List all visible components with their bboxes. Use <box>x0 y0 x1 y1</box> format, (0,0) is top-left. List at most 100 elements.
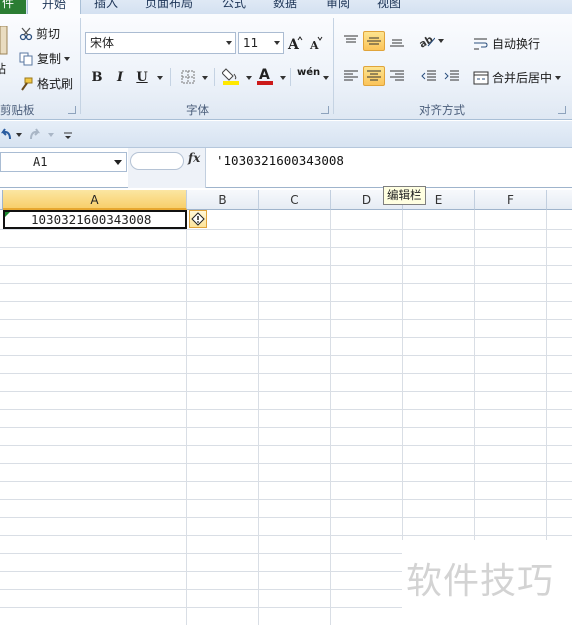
formula-bar: A1 fx '1030321600343008 <box>0 148 572 188</box>
tab-page-layout[interactable]: 页面布局 <box>145 0 193 14</box>
name-box[interactable]: A1 <box>0 152 127 172</box>
increase-indent-button[interactable] <box>441 66 463 86</box>
tab-home[interactable]: 开始 <box>27 0 81 14</box>
undo-dropdown-icon[interactable] <box>16 133 22 137</box>
fill-color-button[interactable] <box>220 66 242 86</box>
chevron-down-icon[interactable] <box>555 75 562 80</box>
group-separator <box>333 18 334 114</box>
paste-label: 粘 <box>0 62 7 76</box>
redo-dropdown-icon[interactable] <box>48 133 54 137</box>
quick-access-toolbar <box>0 121 572 148</box>
orientation-button[interactable]: ab <box>418 31 444 51</box>
font-dialog-launcher[interactable] <box>321 106 329 114</box>
column-header-b[interactable]: B <box>187 190 259 210</box>
paint-bucket-icon <box>222 68 239 85</box>
column-header-f[interactable]: F <box>475 190 547 210</box>
font-color-dropdown-icon[interactable] <box>280 76 286 80</box>
merge-center-button[interactable]: 合并后居中 <box>473 69 562 86</box>
wrap-text-label: 自动换行 <box>492 37 541 51</box>
shrink-font-button[interactable]: A <box>308 33 324 53</box>
cell-a1[interactable]: 1030321600343008 <box>3 210 187 229</box>
grow-font-button[interactable]: A <box>287 33 303 53</box>
row-gridline <box>0 265 572 266</box>
decrease-indent-icon <box>421 70 436 81</box>
tab-data[interactable]: 数据 <box>273 0 297 14</box>
redo-icon[interactable] <box>28 128 42 142</box>
align-top-button[interactable] <box>340 31 362 51</box>
bold-button[interactable]: B <box>86 67 108 87</box>
underline-button[interactable]: U <box>131 67 153 87</box>
borders-dropdown-icon[interactable] <box>202 76 208 80</box>
copy-dropdown-icon[interactable] <box>64 56 71 61</box>
italic-button[interactable]: I <box>109 67 131 87</box>
phonetic-label: wén <box>297 67 321 78</box>
alignment-dialog-launcher[interactable] <box>558 106 566 114</box>
formula-input[interactable]: '1030321600343008 <box>216 153 344 168</box>
formula-bar-resize-handle[interactable] <box>130 152 184 170</box>
align-right-button[interactable] <box>386 66 408 86</box>
align-middle-icon <box>367 37 381 45</box>
text-orientation-icon: ab <box>418 34 435 48</box>
row-gridline <box>0 283 572 284</box>
font-name-value: 宋体 <box>90 36 115 50</box>
tab-file[interactable]: 件 <box>0 0 26 14</box>
tab-insert[interactable]: 插入 <box>94 0 118 14</box>
font-color-button[interactable]: A <box>254 66 276 86</box>
separator <box>290 68 291 86</box>
align-middle-button[interactable] <box>363 31 385 51</box>
wrap-text-button[interactable]: 自动换行 <box>473 35 540 52</box>
fill-color-swatch <box>223 81 239 85</box>
phonetic-dropdown-icon[interactable] <box>323 76 329 80</box>
paste-button[interactable]: 粘 <box>0 22 8 76</box>
font-name-combo[interactable]: 宋体 <box>85 32 236 54</box>
row-gridline <box>0 481 572 482</box>
row-gridline <box>0 463 572 464</box>
tab-review[interactable]: 审阅 <box>326 0 350 14</box>
tab-formulas[interactable]: 公式 <box>222 0 246 14</box>
error-check-triangle-icon <box>5 212 10 217</box>
ribbon: 粘 剪切 复制 格式刷 剪贴板 宋体 11 A A B I U A wén 字体… <box>0 14 572 120</box>
cut-button[interactable]: 剪切 <box>19 25 60 42</box>
watermark: 软件技巧 <box>402 540 572 625</box>
row-gridline <box>0 445 572 446</box>
formula-bar-tooltip: 编辑栏 <box>383 186 426 205</box>
clipboard-dialog-launcher[interactable] <box>68 106 76 114</box>
format-painter-button[interactable]: 格式刷 <box>19 75 73 92</box>
phonetic-guide-button[interactable]: wén <box>297 67 320 78</box>
fill-color-dropdown-icon[interactable] <box>246 76 252 80</box>
svg-text:A: A <box>309 39 319 51</box>
column-header-a[interactable]: A <box>3 190 187 210</box>
align-center-button[interactable] <box>363 66 385 86</box>
error-check-button[interactable] <box>189 210 207 228</box>
brush-icon <box>21 77 33 91</box>
decrease-indent-button[interactable] <box>418 66 440 86</box>
customize-toolbar-icon[interactable] <box>63 131 73 141</box>
scissors-icon <box>19 27 33 40</box>
chevron-down-icon <box>114 160 122 165</box>
watermark-text: 软件技巧 <box>406 561 555 602</box>
row-gridline <box>0 409 572 410</box>
row-gridline <box>0 499 572 500</box>
copy-label: 复制 <box>37 52 62 66</box>
cut-label: 剪切 <box>36 27 61 41</box>
row-gridline <box>0 247 572 248</box>
align-center-icon <box>367 70 381 81</box>
align-bottom-button[interactable] <box>386 31 408 51</box>
row-gridline <box>0 517 572 518</box>
row-gridline <box>0 535 572 536</box>
tab-view[interactable]: 视图 <box>377 0 401 14</box>
grow-font-icon: A <box>287 36 303 51</box>
column-header-c[interactable]: C <box>259 190 331 210</box>
column-header-g[interactable] <box>547 190 572 210</box>
borders-button[interactable] <box>177 67 199 87</box>
align-left-button[interactable] <box>340 66 362 86</box>
column-gridline <box>186 210 187 625</box>
font-size-combo[interactable]: 11 <box>238 32 284 54</box>
font-size-value: 11 <box>243 36 259 50</box>
copy-button[interactable]: 复制 <box>19 50 71 67</box>
font-group-label: 字体 <box>186 103 209 117</box>
underline-dropdown-icon[interactable] <box>157 76 163 80</box>
row-gridline <box>0 373 572 374</box>
insert-function-button[interactable]: fx <box>188 151 200 165</box>
undo-icon[interactable] <box>0 128 12 142</box>
